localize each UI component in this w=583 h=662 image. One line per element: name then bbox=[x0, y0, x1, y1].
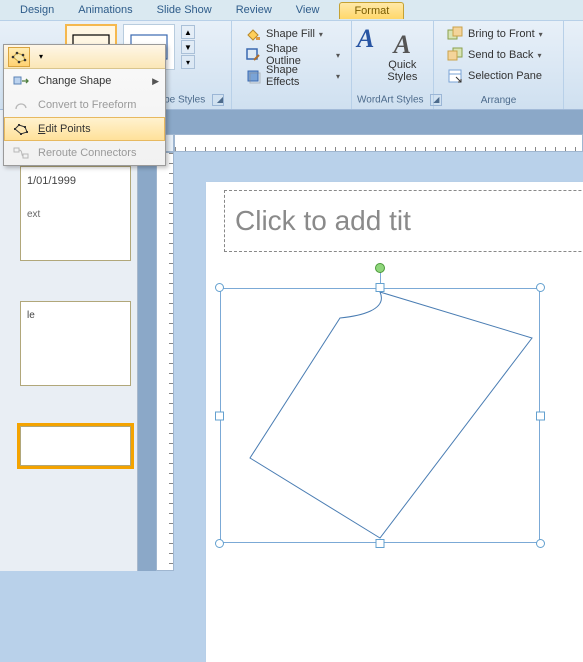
slide-editor: Click to add tit bbox=[138, 110, 583, 571]
handle-e[interactable] bbox=[536, 411, 545, 420]
ribbon-tabs: Design Animations Slide Show Review View… bbox=[0, 0, 583, 20]
selection-pane-label: Selection Pane bbox=[468, 70, 542, 82]
shape-fill-label: Shape Fill bbox=[266, 28, 315, 40]
tab-slideshow[interactable]: Slide Show bbox=[145, 1, 224, 19]
handle-s[interactable] bbox=[376, 539, 385, 548]
menu-change-shape[interactable]: Change Shape ▶ bbox=[4, 69, 165, 93]
handle-sw[interactable] bbox=[215, 539, 224, 548]
slide-canvas[interactable]: Click to add tit bbox=[206, 182, 583, 662]
handle-se[interactable] bbox=[536, 539, 545, 548]
selection-pane-button[interactable]: Selection Pane bbox=[441, 66, 558, 86]
group-wordart-styles: A A Quick Styles WordArt Styles ◢ bbox=[352, 21, 434, 109]
gallery-more[interactable]: ▾ bbox=[181, 55, 195, 69]
handle-nw[interactable] bbox=[215, 283, 224, 292]
handle-ne[interactable] bbox=[536, 283, 545, 292]
handle-w[interactable] bbox=[215, 411, 224, 420]
quick-styles-label: Quick Styles bbox=[387, 60, 417, 83]
reroute-icon bbox=[10, 144, 32, 162]
freeform-shape[interactable] bbox=[220, 288, 540, 543]
slide-thumb-3[interactable] bbox=[20, 426, 131, 466]
bucket-icon bbox=[245, 26, 261, 42]
group-shape-format: Shape Fill▾ Shape Outline▾ Shape Effects… bbox=[232, 21, 352, 109]
send-to-back-button[interactable]: Send to Back▾ bbox=[441, 45, 558, 65]
tab-animations[interactable]: Animations bbox=[66, 1, 144, 19]
edit-shape-icon bbox=[11, 50, 27, 64]
shape-outline-button[interactable]: Shape Outline▾ bbox=[239, 45, 346, 65]
menu-convert-freeform: Convert to Freeform bbox=[4, 93, 165, 117]
shape-effects-button[interactable]: Shape Effects▾ bbox=[239, 66, 346, 86]
shape-styles-dialog-launcher[interactable]: ◢ bbox=[212, 94, 224, 106]
menu-edit-points-label: Edit Points bbox=[38, 123, 159, 135]
gallery-scroll-down[interactable]: ▼ bbox=[181, 40, 195, 54]
edit-shape-dropdown-toggle[interactable]: ▾ bbox=[30, 47, 52, 67]
slide-date-text: 1/01/1999 bbox=[27, 175, 124, 187]
group-label-arrange: Arrange bbox=[439, 94, 558, 107]
rotate-handle[interactable] bbox=[375, 263, 385, 273]
handle-n[interactable] bbox=[376, 283, 385, 292]
gallery-scroll-up[interactable]: ▲ bbox=[181, 25, 195, 39]
slide-text-label: ext bbox=[27, 209, 124, 220]
group-label-wordart: WordArt Styles ◢ bbox=[357, 93, 428, 107]
edit-shape-menu-header: ▾ bbox=[4, 45, 165, 69]
ruler-horizontal[interactable] bbox=[174, 134, 583, 152]
bring-front-label: Bring to Front bbox=[468, 28, 535, 40]
slide-le-text: le bbox=[27, 310, 124, 321]
slide-panel: 1/01/1999 ext le bbox=[0, 110, 138, 571]
title-placeholder-text: Click to add tit bbox=[235, 205, 411, 237]
edit-shape-split-button[interactable] bbox=[8, 47, 30, 67]
selection-pane-icon bbox=[447, 68, 463, 84]
convert-freeform-icon bbox=[10, 96, 32, 114]
menu-reroute-label: Reroute Connectors bbox=[38, 147, 159, 159]
tab-view[interactable]: View bbox=[284, 1, 332, 19]
menu-convert-freeform-label: Convert to Freeform bbox=[38, 99, 159, 111]
editor-gutter-left bbox=[138, 134, 156, 571]
editor-gutter-top bbox=[138, 110, 583, 134]
tab-design[interactable]: Design bbox=[8, 1, 66, 19]
menu-reroute-connectors: Reroute Connectors bbox=[4, 141, 165, 165]
slide-thumb-2[interactable]: le bbox=[20, 301, 131, 386]
send-back-icon bbox=[447, 47, 463, 63]
slide-thumb-1[interactable]: 1/01/1999 ext bbox=[20, 166, 131, 261]
wordart-sample-1: A bbox=[357, 24, 374, 54]
tab-format[interactable]: Format bbox=[339, 2, 404, 19]
selected-shape[interactable] bbox=[220, 288, 540, 543]
bring-to-front-button[interactable]: Bring to Front▾ bbox=[441, 24, 558, 44]
change-shape-icon bbox=[10, 72, 32, 90]
send-back-label: Send to Back bbox=[468, 49, 533, 61]
bring-front-icon bbox=[447, 26, 463, 42]
shape-effects-label: Shape Effects bbox=[266, 64, 332, 88]
edit-points-icon bbox=[10, 120, 32, 138]
submenu-arrow-icon: ▶ bbox=[152, 76, 159, 87]
ruler-vertical[interactable] bbox=[156, 152, 174, 571]
title-placeholder[interactable]: Click to add tit bbox=[224, 190, 583, 252]
tab-review[interactable]: Review bbox=[224, 1, 284, 19]
group-arrange: Bring to Front▾ Send to Back▾ Selection … bbox=[434, 21, 564, 109]
menu-change-shape-label: Change Shape bbox=[38, 75, 146, 87]
edit-shape-menu: ▾ Change Shape ▶ Convert to Freeform Edi… bbox=[3, 44, 166, 166]
effects-icon bbox=[245, 68, 261, 84]
shape-fill-button[interactable]: Shape Fill▾ bbox=[239, 24, 346, 44]
pencil-outline-icon bbox=[245, 47, 261, 63]
menu-edit-points[interactable]: Edit Points bbox=[4, 117, 165, 141]
quick-styles-button[interactable]: A Quick Styles bbox=[378, 24, 426, 90]
